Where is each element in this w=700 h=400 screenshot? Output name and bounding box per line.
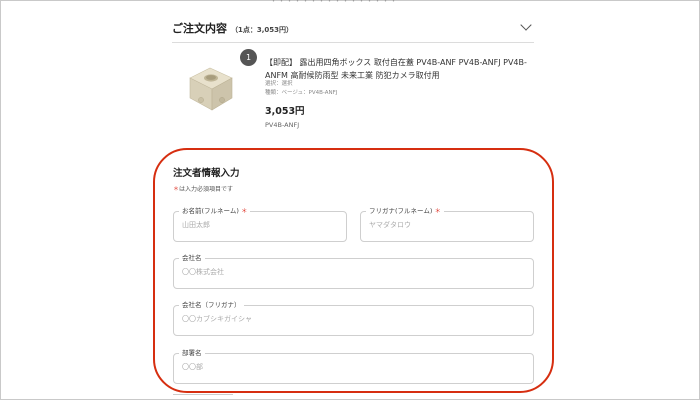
department-input[interactable]: [182, 363, 525, 371]
company-furigana-input[interactable]: [182, 315, 525, 323]
company-name-input[interactable]: [182, 268, 525, 276]
clipped-field-bottom: [173, 394, 233, 398]
company-furigana-field[interactable]: 会社名（フリガナ）: [173, 301, 534, 336]
product-name: 【即配】 露出用四角ボックス 取付自在蓋 PV4B-ANF PV4B-ANFJ …: [265, 58, 527, 80]
company-name-field[interactable]: 会社名: [173, 254, 534, 289]
company-furigana-label: 会社名（フリガナ）: [179, 301, 244, 310]
product-sku: PV4B-ANFJ: [265, 121, 300, 129]
order-summary-title: ご注文内容 （1点：3,053円）: [172, 20, 293, 36]
furigana-label-text: フリガナ(フルネーム): [369, 207, 433, 215]
full-name-label-text: お名前(フルネーム): [182, 207, 239, 215]
required-mark: ＊: [240, 207, 248, 215]
chevron-down-icon[interactable]: [520, 19, 532, 31]
company-name-label: 会社名: [179, 254, 205, 263]
furigana-label: フリガナ(フルネーム) ＊: [366, 207, 444, 216]
department-field[interactable]: 部署名: [173, 349, 534, 384]
product-variant: 選択：選択 種類：ベージュ：PV4B-ANFJ: [265, 80, 337, 98]
quantity-badge: 1: [240, 49, 257, 66]
product-variant-line: 種類：ベージュ：PV4B-ANFJ: [265, 90, 338, 96]
product-price: 3,053円: [265, 106, 305, 117]
order-summary-title-text: ご注文内容: [172, 22, 227, 35]
product-thumbnail: [180, 56, 240, 116]
department-label: 部署名: [179, 349, 205, 358]
clipped-text-top: ・・・・・・・・・・・・・・・・: [270, 0, 398, 5]
product-variant-line: 選択：選択: [265, 81, 293, 87]
full-name-input[interactable]: [182, 221, 338, 229]
required-mark: ＊: [434, 207, 441, 215]
furigana-field[interactable]: フリガナ(フルネーム) ＊: [360, 207, 534, 242]
customer-info-title: 注文者情報入力: [173, 168, 240, 179]
required-note-text: は入力必須項目です: [179, 186, 234, 193]
full-name-label: お名前(フルネーム) ＊: [179, 207, 251, 216]
order-summary-header[interactable]: ご注文内容 （1点：3,053円）: [172, 15, 534, 43]
furigana-input[interactable]: [369, 221, 525, 229]
order-summary-count: （1点：3,053円）: [231, 26, 294, 34]
full-name-field[interactable]: お名前(フルネーム) ＊: [173, 207, 347, 242]
required-note: ＊は入力必須項目です: [173, 184, 233, 193]
